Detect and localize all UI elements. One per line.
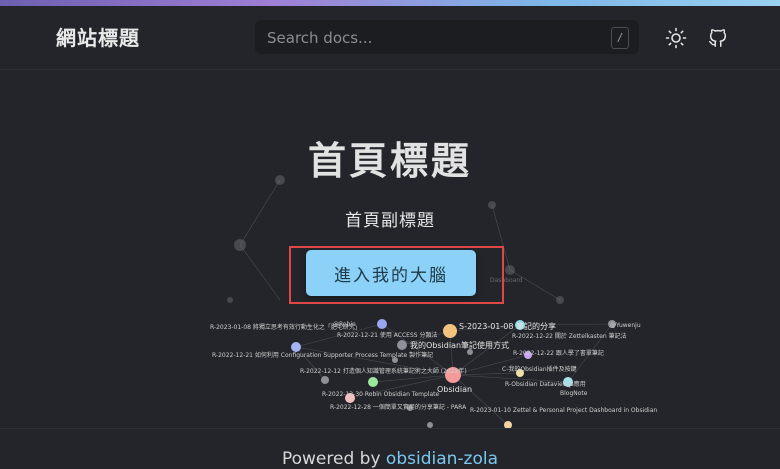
- graph-label: R-2023-01-10 Zettel & Personal Project D…: [470, 407, 657, 414]
- graph-label: @Robin: [333, 321, 356, 328]
- graph-label: 我的Obsidian筆記使用方式: [410, 340, 509, 350]
- sun-icon[interactable]: [665, 27, 687, 49]
- graph-label: C-我的Obsidian插件及按鍵: [502, 365, 577, 373]
- search-box[interactable]: /: [255, 20, 639, 56]
- graph-label: R-2022-12-28 一個簡單又實用的分享筆記 - PARA: [330, 403, 467, 411]
- graph-label: BlogNote: [560, 390, 588, 397]
- graph-node: [397, 340, 407, 350]
- graph-label: R-2022-12-22 關於 Zettelkasten 筆記法: [512, 332, 627, 340]
- graph-node: [321, 376, 329, 384]
- powered-prefix: Powered by: [281, 449, 381, 469]
- graph-label: S-2023-01-08 筆記的分享: [459, 321, 556, 331]
- graph-node: [291, 342, 301, 352]
- graph-node: [443, 324, 457, 338]
- enter-brain-button[interactable]: 進入我的大腦: [306, 250, 476, 296]
- github-icon[interactable]: [707, 27, 729, 49]
- graph-node: [377, 319, 387, 329]
- powered-by-text: Powered by obsidian-zola: [0, 449, 780, 469]
- graph-label: R-2022-12-30 Robin Obsidian Template: [322, 391, 439, 398]
- obsidian-zola-link[interactable]: obsidian-zola: [386, 449, 498, 469]
- graph-label: R-2022-12-21 使用 ACCESS 分類法: [337, 331, 437, 339]
- search-shortcut-key: /: [611, 27, 629, 49]
- site-title[interactable]: 網站標題: [56, 22, 140, 51]
- graph-label: @Yuwenju: [610, 322, 641, 329]
- graph-node: [368, 377, 378, 387]
- site-header: 網站標題 /: [0, 6, 780, 70]
- search-input[interactable]: [255, 20, 609, 56]
- page-title: 首頁標題: [307, 139, 472, 183]
- site-footer: Powered by obsidian-zola: [0, 428, 780, 469]
- graph-label: Obsidian: [437, 385, 472, 394]
- page-subtitle: 首頁副標題: [345, 211, 435, 231]
- graph-label: R-2022-12-22 跟人學了書單筆記: [513, 349, 604, 357]
- graph-label: R-Obsidian Dataview.js應用: [505, 380, 586, 388]
- graph-label: R-2022-12-21 如何利用 Configuration Supporte…: [212, 351, 433, 359]
- graph-label: R-2022-12-12 打造個人知識管理系統筆記術之大師 (2022年): [300, 367, 467, 375]
